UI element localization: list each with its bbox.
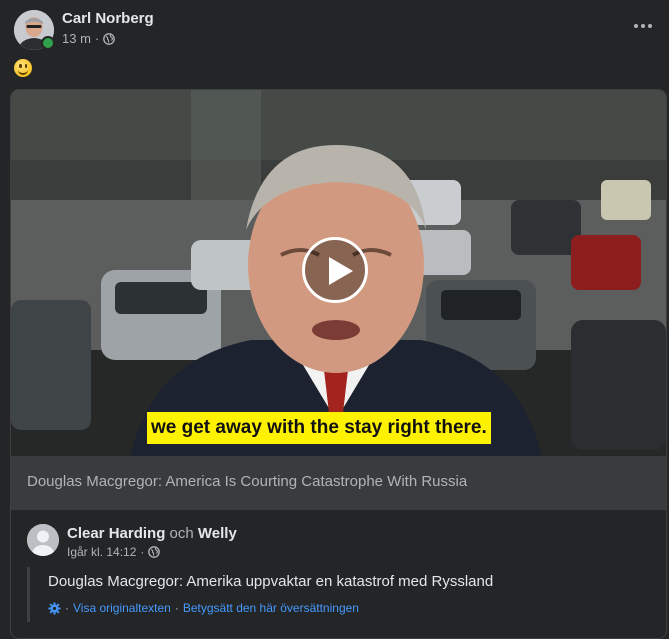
shared-post-card[interactable]: we get away with the stay right there. D… [10, 89, 667, 639]
online-status-dot [41, 36, 55, 50]
original-coauthor-name[interactable]: Welly [198, 525, 237, 542]
globe-icon[interactable] [148, 546, 161, 558]
author-avatar[interactable] [14, 10, 55, 50]
author-conjunction: och [169, 525, 194, 542]
meta-separator: · [94, 31, 100, 46]
video-caption: we get away with the stay right there. [147, 412, 491, 444]
video-player[interactable]: we get away with the stay right there. [11, 90, 666, 456]
rate-translation-link[interactable]: Betygsätt den här översättningen [183, 601, 359, 615]
translation-controls: · Visa originaltexten · Betygsätt den hä… [48, 601, 637, 615]
more-options-button[interactable] [631, 14, 655, 38]
see-original-link[interactable]: Visa originaltexten [73, 601, 171, 615]
meta-separator: · [140, 545, 145, 559]
feed-post: Carl Norberg 13 m · we get away with the… [0, 0, 669, 639]
original-post: Clear Harding och Welly Igår kl. 14:12 ·… [11, 510, 666, 638]
play-button[interactable] [302, 237, 368, 303]
translated-text-block: Douglas Macgregor: Amerika uppvaktar en … [27, 567, 637, 622]
post-text [14, 59, 32, 82]
gear-icon[interactable] [48, 602, 61, 615]
more-horizontal-icon [634, 24, 652, 28]
original-author-avatar[interactable] [27, 524, 59, 556]
link-title[interactable]: Douglas Macgregor: America Is Courting C… [11, 456, 666, 510]
original-post-timestamp[interactable]: Igår kl. 14:12 [67, 545, 136, 559]
translation-separator: · [174, 601, 179, 615]
original-author-name[interactable]: Clear Harding [67, 525, 165, 542]
original-post-meta: Igår kl. 14:12 · [67, 545, 161, 559]
smiling-face-icon [14, 59, 32, 77]
translated-post-text: Douglas Macgregor: Amerika uppvaktar en … [48, 573, 494, 590]
post-meta: 13 m · [62, 31, 116, 46]
translation-separator: · [65, 601, 69, 615]
post-timestamp[interactable]: 13 m [62, 31, 91, 46]
author-name[interactable]: Carl Norberg [62, 10, 154, 27]
original-authors: Clear Harding och Welly [67, 525, 237, 542]
globe-icon[interactable] [103, 32, 116, 45]
